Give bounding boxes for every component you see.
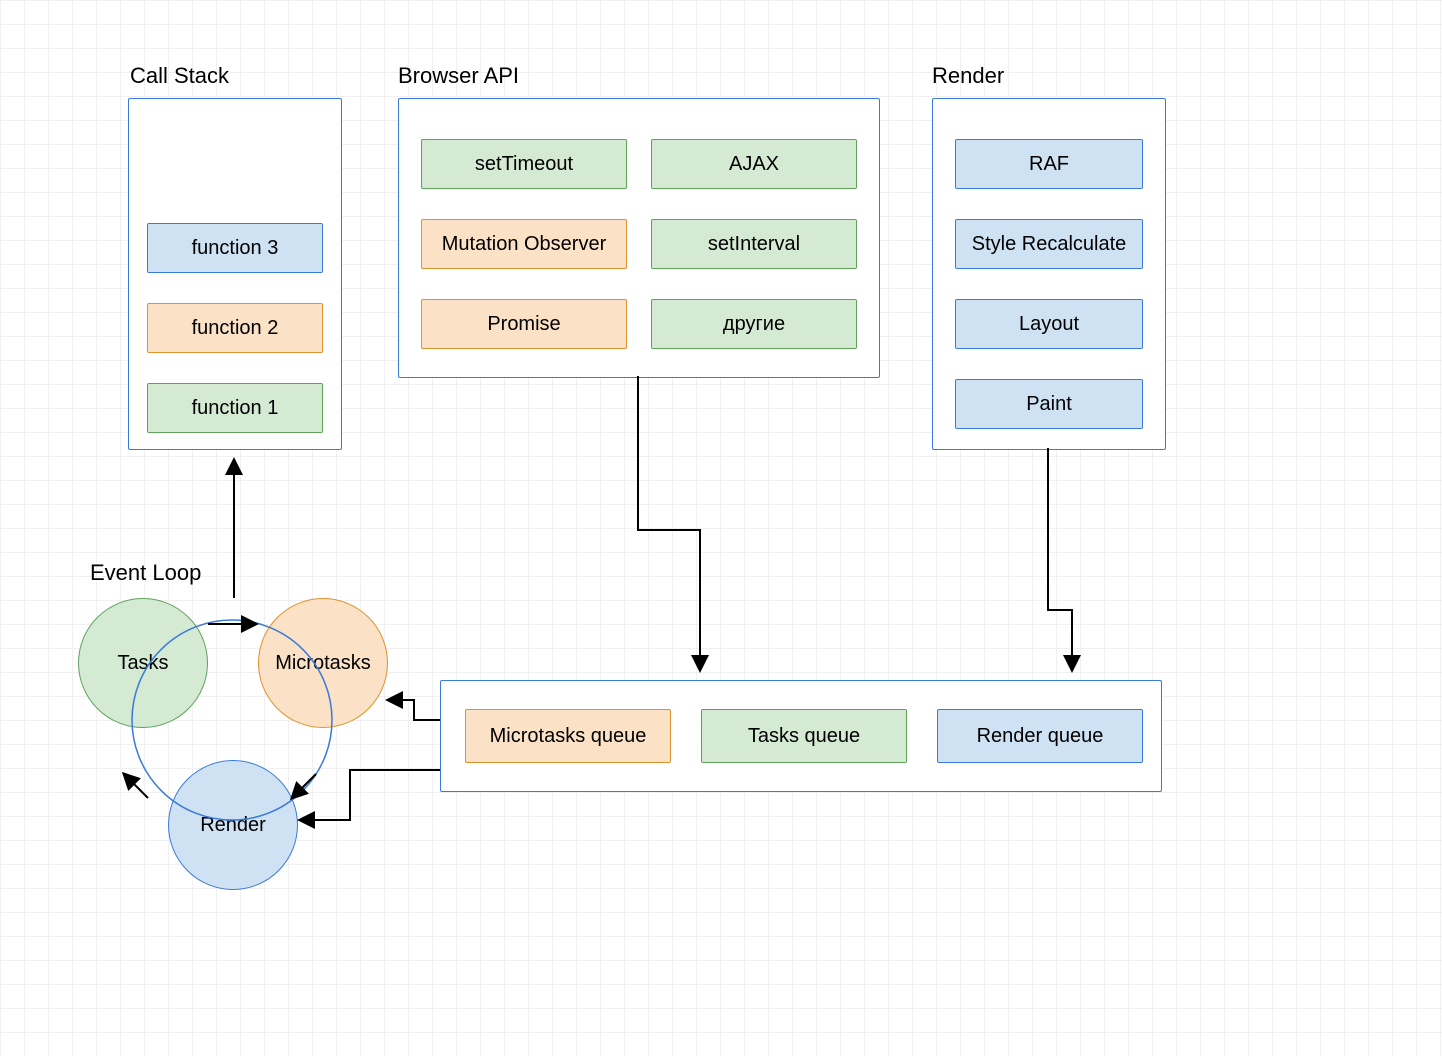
microtasks-queue: Microtasks queue bbox=[465, 709, 671, 763]
browser-api-container: setTimeout AJAX Mutation Observer setInt… bbox=[398, 98, 880, 378]
tasks-queue: Tasks queue bbox=[701, 709, 907, 763]
api-other: другие bbox=[651, 299, 857, 349]
event-loop-render: Render bbox=[168, 760, 298, 890]
api-settimeout: setTimeout bbox=[421, 139, 627, 189]
queues-container: Microtasks queue Tasks queue Render queu… bbox=[440, 680, 1162, 792]
call-stack-item-1: function 1 bbox=[147, 383, 323, 433]
diagram-canvas: Call Stack function 3 function 2 functio… bbox=[0, 0, 1442, 1056]
render-container: RAF Style Recalculate Layout Paint bbox=[932, 98, 1166, 450]
browser-api-title: Browser API bbox=[398, 63, 519, 89]
call-stack-container: function 3 function 2 function 1 bbox=[128, 98, 342, 450]
render-paint: Paint bbox=[955, 379, 1143, 429]
render-layout: Layout bbox=[955, 299, 1143, 349]
render-title: Render bbox=[932, 63, 1004, 89]
render-raf: RAF bbox=[955, 139, 1143, 189]
event-loop-tasks: Tasks bbox=[78, 598, 208, 728]
call-stack-item-3: function 3 bbox=[147, 223, 323, 273]
api-setinterval: setInterval bbox=[651, 219, 857, 269]
event-loop-title: Event Loop bbox=[90, 560, 201, 586]
api-ajax: AJAX bbox=[651, 139, 857, 189]
render-queue: Render queue bbox=[937, 709, 1143, 763]
event-loop-microtasks: Microtasks bbox=[258, 598, 388, 728]
api-mutation-observer: Mutation Observer bbox=[421, 219, 627, 269]
render-style: Style Recalculate bbox=[955, 219, 1143, 269]
call-stack-item-2: function 2 bbox=[147, 303, 323, 353]
api-promise: Promise bbox=[421, 299, 627, 349]
call-stack-title: Call Stack bbox=[130, 63, 229, 89]
